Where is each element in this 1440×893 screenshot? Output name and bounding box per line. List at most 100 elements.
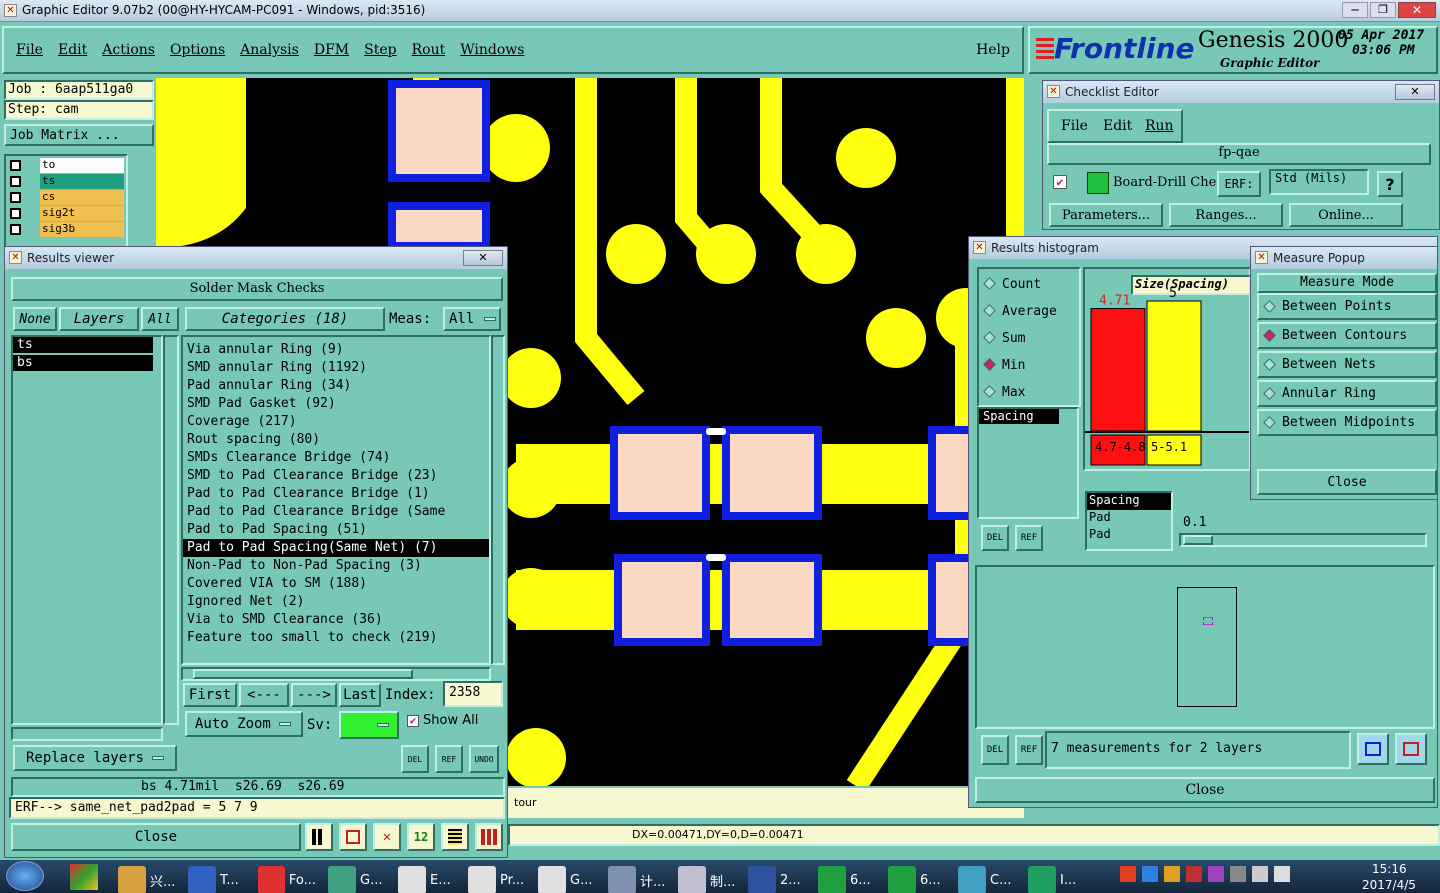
taskbar-item[interactable]: 6... (882, 860, 952, 893)
taskbar-date[interactable]: 2017/4/5 (1362, 878, 1416, 892)
network-icon[interactable] (1252, 866, 1268, 882)
category-item[interactable]: SMD annular Ring (1192) (183, 359, 489, 377)
layer-row-ts[interactable]: ts (8, 174, 126, 189)
category-item[interactable]: Via annular Ring (9) (183, 341, 489, 359)
histogram-close-button[interactable]: Close (975, 777, 1435, 803)
category-item[interactable]: SMD to Pad Clearance Bridge (23) (183, 467, 489, 485)
help-button[interactable]: ? (1377, 171, 1403, 197)
check-checkbox[interactable]: ✔ (1053, 175, 1067, 189)
taskbar-item[interactable]: 2... (742, 860, 812, 893)
hist-ref-button-2[interactable]: REF (1015, 735, 1043, 765)
category-hscroll[interactable] (181, 667, 491, 681)
category-item[interactable]: Ignored Net (2) (183, 593, 489, 611)
category-item[interactable]: Pad to Pad Clearance Bridge (1) (183, 485, 489, 503)
histogram-slider[interactable]: 0.1 (1175, 491, 1431, 551)
report-icon-5[interactable] (441, 823, 469, 851)
taskbar-item[interactable]: G... (322, 860, 392, 893)
category-item[interactable]: Pad annular Ring (34) (183, 377, 489, 395)
category-item[interactable]: Pad to Pad Clearance Bridge (Same (183, 503, 489, 521)
menu-edit[interactable]: Edit (58, 42, 87, 58)
taskbar-item[interactable]: Fo... (252, 860, 322, 893)
layer-list-hscroll[interactable] (11, 727, 163, 741)
menu-options[interactable]: Options (170, 42, 225, 58)
category-item[interactable]: Pad to Pad Spacing(Same Net) (7) (183, 539, 489, 557)
taskbar-item[interactable]: E... (392, 860, 462, 893)
mode-between-points[interactable]: Between Points (1257, 293, 1437, 320)
menu-rout[interactable]: Rout (412, 42, 446, 58)
results-viewer-close-button[interactable]: Close (11, 823, 301, 851)
last-button[interactable]: Last (339, 683, 381, 707)
category-item[interactable]: Coverage (217) (183, 413, 489, 431)
category-item[interactable]: Via to SMD Clearance (36) (183, 611, 489, 629)
category-item[interactable]: Covered VIA to SM (188) (183, 575, 489, 593)
zoom-fit-icon[interactable] (1357, 733, 1389, 765)
taskbar-item[interactable]: 计... (602, 860, 672, 893)
menu-windows[interactable]: Windows (460, 42, 524, 58)
tray-icon[interactable] (1230, 866, 1246, 882)
show-all-checkbox[interactable]: ✔ (407, 715, 419, 727)
category-item[interactable]: Feature too small to check (219) (183, 629, 489, 647)
replace-layers-select[interactable]: Replace layers (13, 745, 177, 771)
layer-row-sig2t[interactable]: sig2t (8, 206, 126, 221)
list-item[interactable]: Pad (1087, 510, 1171, 527)
minimize-button[interactable]: ─ (1342, 2, 1368, 18)
report-icon-1[interactable] (305, 823, 333, 851)
tray-icon[interactable] (1164, 866, 1180, 882)
taskbar-item[interactable]: C... (952, 860, 1022, 893)
menu-file[interactable]: File (16, 42, 43, 58)
first-button[interactable]: First (183, 683, 237, 707)
job-matrix-button[interactable]: Job Matrix ... (4, 124, 154, 146)
list-item[interactable]: Pad (1087, 527, 1171, 544)
category-item[interactable]: Pad to Pad Spacing (51) (183, 521, 489, 539)
tray-icon[interactable] (1120, 866, 1136, 882)
meas-select[interactable]: All (443, 307, 501, 331)
mode-between-nets[interactable]: Between Nets (1257, 351, 1437, 378)
category-scrollbar[interactable] (491, 335, 505, 665)
histogram-bar[interactable] (1146, 300, 1202, 432)
rv-undo-button[interactable]: UNDO (469, 745, 499, 773)
mode-between-contours[interactable]: Between Contours (1257, 322, 1437, 349)
category-item[interactable]: Non-Pad to Non-Pad Spacing (3) (183, 557, 489, 575)
tray-icon[interactable] (1142, 866, 1158, 882)
menu-dfm[interactable]: DFM (314, 42, 349, 58)
mode-count[interactable]: Count (983, 277, 1041, 292)
layer-row-cs[interactable]: cs (8, 190, 126, 205)
list-item[interactable]: Spacing (1087, 493, 1171, 510)
taskbar-item[interactable]: 6... (812, 860, 882, 893)
close-button[interactable]: ✕ (1398, 2, 1436, 18)
results-viewer-close-x[interactable]: ✕ (463, 250, 503, 266)
layer-item-bs[interactable]: bs (13, 355, 153, 371)
layer-item-ts[interactable]: ts (13, 337, 153, 353)
checklist-menu-file[interactable]: File (1061, 118, 1088, 134)
mode-between-midpoints[interactable]: Between Midpoints (1257, 409, 1437, 436)
hist-del-button[interactable]: DEL (981, 525, 1009, 551)
report-icon-4[interactable]: 12 (407, 823, 435, 851)
category-item[interactable]: SMD Pad Gasket (92) (183, 395, 489, 413)
check-row[interactable]: ✔ Board-Drill Che ERF: Std (Mils) ? (1047, 169, 1431, 201)
taskbar-time[interactable]: 15:16 (1372, 862, 1407, 876)
hist-ref-button[interactable]: REF (1015, 525, 1043, 551)
hist-del-button-2[interactable]: DEL (981, 735, 1009, 765)
mode-min[interactable]: Min (983, 358, 1025, 373)
slider-thumb[interactable] (1183, 535, 1213, 545)
category-item[interactable]: SMDs Clearance Bridge (74) (183, 449, 489, 467)
categories-button[interactable]: Categories (18) (185, 307, 385, 331)
taskbar-pinned-icon[interactable] (70, 864, 98, 890)
erf-value-field[interactable]: Std (Mils) (1269, 169, 1369, 195)
zoom-area-icon[interactable] (1395, 733, 1427, 765)
tray-icon[interactable] (1208, 866, 1224, 882)
list-item[interactable]: Spacing (979, 409, 1059, 424)
layers-button[interactable]: Layers (59, 307, 139, 331)
rv-ref-button[interactable]: REF (435, 745, 463, 773)
menu-step[interactable]: Step (364, 42, 396, 58)
histogram-bar[interactable] (1090, 308, 1146, 432)
online-button[interactable]: Online... (1289, 203, 1403, 227)
taskbar-item[interactable]: I... (1022, 860, 1092, 893)
next-button[interactable]: ---> (291, 683, 337, 707)
maximize-button[interactable]: ❐ (1370, 2, 1396, 18)
taskbar-item[interactable]: 兴... (112, 860, 182, 893)
taskbar-item[interactable]: G... (532, 860, 602, 893)
prev-button[interactable]: <--- (239, 683, 289, 707)
category-item[interactable]: Rout spacing (80) (183, 431, 489, 449)
layers-all-button[interactable]: All (141, 307, 179, 331)
